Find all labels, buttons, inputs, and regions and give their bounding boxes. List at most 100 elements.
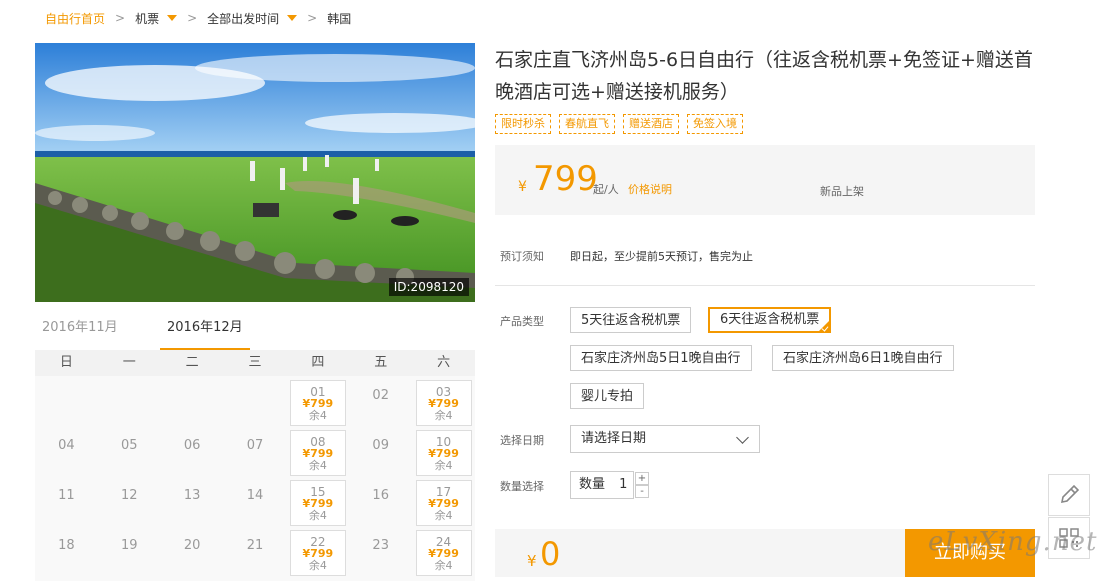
calendar-day: 18 (38, 530, 94, 576)
product-tags: 限时秒杀 春航直飞 赠送酒店 免签入境 (495, 114, 743, 134)
calendar-day-available[interactable]: 10 ¥799 余4 (415, 430, 472, 476)
product-photo[interactable]: ID:2098120 (35, 43, 475, 302)
photo-id-label: ID:2098120 (388, 278, 469, 296)
qty-minus-button[interactable]: - (635, 485, 649, 498)
tab-dec[interactable]: 2016年12月 (167, 316, 243, 335)
day-number: 16 (372, 488, 389, 503)
divider (495, 285, 1035, 286)
type-option-5day[interactable]: 5天往返含税机票 (570, 307, 692, 333)
total-amount: 0 (540, 535, 561, 573)
calendar-day: 05 (101, 430, 157, 476)
weekday: 二 (185, 355, 199, 370)
price-currency: ¥ (518, 179, 527, 195)
day-number: 14 (246, 488, 264, 503)
total-currency: ¥ (527, 552, 537, 570)
calendar-day: 07 (227, 430, 283, 476)
calendar-day: 02 (353, 380, 409, 426)
tag-visa-free: 免签入境 (687, 114, 743, 134)
date-select[interactable]: 请选择日期 (570, 425, 760, 453)
feedback-button[interactable] (1048, 474, 1090, 516)
product-type-label: 产品类型 (500, 315, 544, 328)
product-title: 石家庄直飞济州岛5-6日自由行（往返含税机票+免签证+赠送首晚酒店可选+赠送接机… (495, 49, 1033, 103)
type-option-label: 6天往返含税机票 (720, 312, 820, 327)
day-remaining: 余4 (434, 459, 453, 472)
tab-nov[interactable]: 2016年11月 (42, 316, 118, 335)
type-option-6day-1night[interactable]: 石家庄济州岛6日1晚自由行 (772, 345, 954, 371)
day-number: 02 (372, 388, 389, 403)
calendar-day: 21 (227, 530, 283, 576)
calendar-day: 12 (101, 480, 157, 526)
breadcrumb-home-link[interactable]: 自由行首页 (45, 10, 105, 27)
check-icon (818, 320, 831, 332)
quantity-input[interactable]: 数量 1 (570, 471, 634, 499)
weekday: 日 (59, 355, 73, 370)
weekday: 四 (311, 355, 325, 370)
calendar-day-available[interactable]: 03 ¥799 余4 (415, 380, 472, 426)
day-number: 20 (183, 538, 201, 553)
date-select-value: 请选择日期 (581, 431, 647, 446)
calendar-day: 06 (164, 430, 220, 476)
calendar-day: 23 (353, 530, 409, 576)
calendar-day: 09 (353, 430, 409, 476)
calendar-day-available[interactable]: 17 ¥799 余4 (415, 480, 472, 526)
breadcrumb-item-flight[interactable]: 机票 (135, 10, 159, 27)
tag-flash-sale: 限时秒杀 (495, 114, 551, 134)
booking-notice-label: 预订须知 (500, 250, 544, 263)
price-unit: 起/人 (593, 183, 619, 196)
calendar-day-available[interactable]: 08 ¥799 余4 (289, 430, 346, 476)
tag-direct-flight: 春航直飞 (559, 114, 615, 134)
calendar-day: 04 (38, 430, 94, 476)
calendar-day: 11 (38, 480, 94, 526)
landscape-image (35, 43, 475, 302)
breadcrumb-item-korea[interactable]: 韩国 (327, 10, 351, 27)
site-watermark: eLvXing.net (928, 527, 1098, 557)
day-number: 21 (246, 538, 264, 553)
day-remaining: 余4 (308, 459, 327, 472)
day-remaining: 余4 (308, 509, 327, 522)
chevron-right-icon: > (187, 11, 198, 25)
qty-label: 数量选择 (500, 480, 544, 493)
month-tabs: 2016年11月 2016年12月 (35, 316, 475, 352)
day-remaining: 余4 (434, 509, 453, 522)
calendar-day-available[interactable]: 22 ¥799 余4 (289, 530, 346, 576)
qty-text: 数量 (579, 477, 606, 492)
chevron-right-icon: > (115, 11, 126, 25)
tag-free-hotel: 赠送酒店 (623, 114, 679, 134)
calendar-day: 16 (353, 480, 409, 526)
calendar-day-available[interactable]: 15 ¥799 余4 (289, 480, 346, 526)
weekday: 六 (437, 355, 451, 370)
calendar-weekdays: 日 一 二 三 四 五 六 (35, 350, 475, 376)
breadcrumb-item-departure-time[interactable]: 全部出发时间 (207, 10, 279, 27)
type-option-infant[interactable]: 婴儿专拍 (570, 383, 645, 409)
calendar-day: 13 (164, 480, 220, 526)
date-label: 选择日期 (500, 434, 544, 447)
type-option-5day-1night[interactable]: 石家庄济州岛5日1晚自由行 (570, 345, 752, 371)
calendar-day-available[interactable]: 24 ¥799 余4 (415, 530, 472, 576)
calendar-day: 19 (101, 530, 157, 576)
chevron-right-icon: > (307, 11, 318, 25)
breadcrumb: 自由行首页 > 机票 > 全部出发时间 > 韩国 (45, 10, 351, 26)
type-option-6day[interactable]: 6天往返含税机票 (708, 307, 832, 333)
weekday: 三 (248, 355, 262, 370)
day-number: 06 (183, 438, 201, 453)
day-remaining: 余4 (434, 409, 453, 422)
day-remaining: 余4 (308, 409, 327, 422)
price-panel: ¥ 799 起/人 价格说明 新品上架 (495, 145, 1035, 215)
day-number: 04 (58, 438, 75, 453)
weekday: 一 (122, 355, 136, 370)
pencil-icon (1060, 484, 1080, 504)
day-remaining: 余4 (434, 559, 453, 572)
caret-down-icon[interactable] (167, 15, 178, 21)
calendar-day-available[interactable]: 01 ¥799 余4 (289, 380, 346, 426)
new-product-label: 新品上架 (820, 185, 864, 198)
day-remaining: 余4 (308, 559, 327, 572)
day-number: 19 (121, 538, 138, 553)
calendar-grid: 01 ¥799 余4 02 03 ¥799 余4 04 05 06 07 08 ¥799 余4 09 10 ¥7… (35, 376, 475, 581)
calendar-day: 14 (227, 480, 283, 526)
qty-plus-button[interactable]: + (635, 472, 649, 485)
chevron-down-icon (736, 431, 749, 444)
day-number: 13 (183, 488, 201, 503)
price-value: 799 (533, 159, 598, 199)
caret-down-icon[interactable] (287, 15, 298, 21)
price-explain-link[interactable]: 价格说明 (628, 181, 672, 197)
